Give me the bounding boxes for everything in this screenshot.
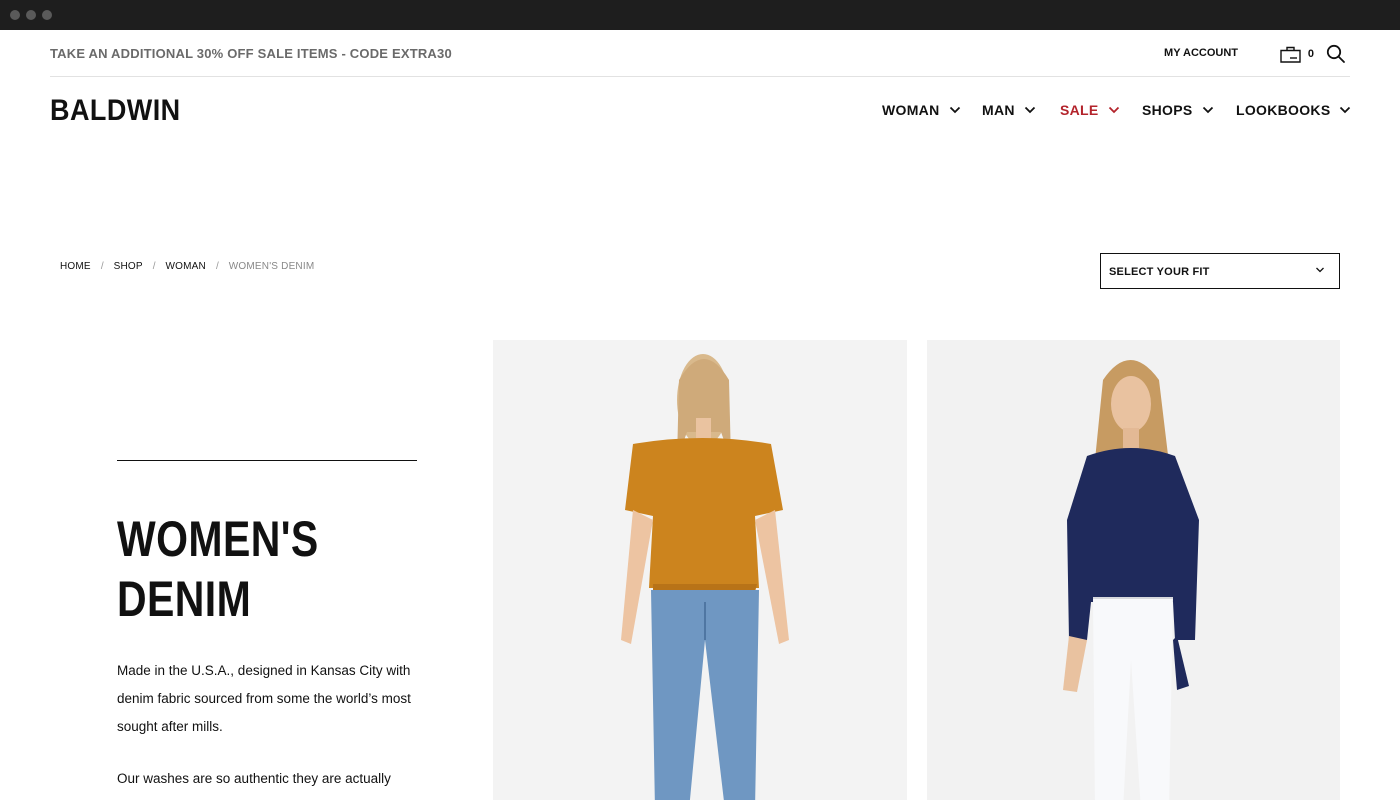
search-icon [1326, 44, 1345, 63]
nav-item-shops[interactable]: SHOPS [1142, 102, 1214, 118]
intro-paragraph-1: Made in the U.S.A., designed in Kansas C… [117, 663, 411, 734]
breadcrumb-shop[interactable]: SHOP [114, 261, 143, 272]
chevron-down-icon [949, 106, 960, 114]
chevron-down-icon [1340, 106, 1351, 114]
nav-item-label: SHOPS [1142, 102, 1193, 118]
breadcrumb-separator: / [152, 261, 156, 272]
cart-button[interactable]: 0 [1280, 44, 1314, 64]
nav-item-sale[interactable]: SALE [1060, 102, 1120, 118]
page-title-line-2: DENIM [117, 571, 252, 627]
category-intro: WOMEN'S DENIM Made in the U.S.A., design… [117, 460, 417, 800]
breadcrumb-separator: / [215, 261, 219, 272]
intro-paragraph-2: Our washes are so authentic they are act… [117, 771, 391, 800]
search-button[interactable] [1326, 44, 1346, 64]
nav-item-woman[interactable]: WOMAN [882, 102, 961, 118]
window-minimize-dot[interactable] [26, 10, 36, 20]
breadcrumb-separator: / [100, 261, 104, 272]
fit-select-value: SELECT YOUR FIT [1109, 266, 1210, 278]
nav-item-label: SALE [1060, 102, 1099, 118]
breadcrumb-current: WOMEN'S DENIM [228, 261, 315, 272]
nav-item-label: MAN [982, 102, 1015, 118]
product-photo-navy-blouse-white-jeans [927, 340, 1340, 800]
product-card-image[interactable] [493, 340, 907, 800]
product-photo-orange-top-blue-jeans [493, 340, 907, 800]
nav-item-man[interactable]: MAN [982, 102, 1036, 118]
fit-select-dropdown[interactable]: SELECT YOUR FIT [1100, 253, 1340, 289]
promo-text[interactable]: TAKE AN ADDITIONAL 30% OFF SALE ITEMS - … [50, 46, 452, 61]
breadcrumb-home[interactable]: HOME [60, 261, 91, 272]
cart-count: 0 [1307, 48, 1314, 60]
chevron-down-icon [1024, 106, 1035, 114]
promo-bar: TAKE AN ADDITIONAL 30% OFF SALE ITEMS - … [50, 30, 1350, 77]
browser-titlebar [0, 0, 1400, 30]
nav-item-lookbooks[interactable]: LOOKBOOKS [1236, 102, 1351, 118]
window-close-dot[interactable] [10, 10, 20, 20]
nav-item-label: LOOKBOOKS [1236, 102, 1331, 118]
shopping-bag-icon [1280, 46, 1301, 63]
breadcrumb: HOME / SHOP / WOMAN / WOMEN'S DENIM [60, 261, 314, 272]
chevron-down-icon [1108, 106, 1119, 114]
nav-item-label: WOMAN [882, 102, 940, 118]
page-title-line-1: WOMEN'S [117, 511, 319, 567]
chevron-down-icon [1202, 106, 1213, 114]
site-logo[interactable]: BALDWIN [50, 94, 181, 128]
breadcrumb-woman[interactable]: WOMAN [166, 261, 206, 272]
my-account-link[interactable]: MY ACCOUNT [1164, 47, 1238, 59]
page-title: WOMEN'S DENIM [117, 509, 412, 629]
divider [117, 460, 417, 461]
chevron-down-icon [1316, 267, 1324, 273]
window-zoom-dot[interactable] [42, 10, 52, 20]
product-card-image[interactable] [927, 340, 1340, 800]
